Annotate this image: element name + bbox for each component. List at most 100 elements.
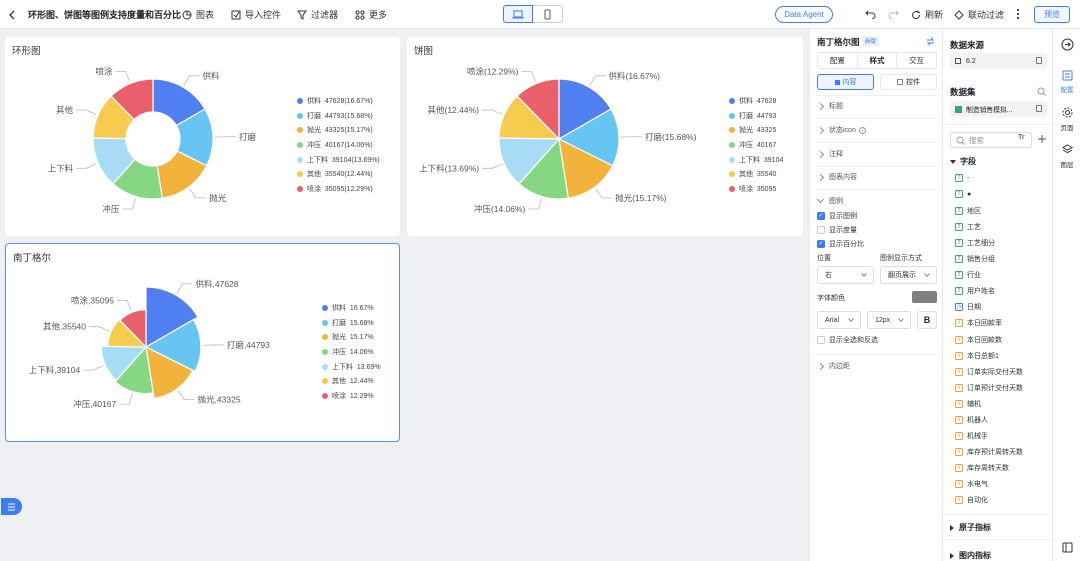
legend-item[interactable]: 冲压 40167(14.06%) <box>297 138 380 153</box>
expand-arrow-icon[interactable] <box>1061 38 1074 51</box>
legend-item[interactable]: 喷涂 35095 <box>729 182 783 197</box>
desktop-view-button[interactable] <box>503 5 533 23</box>
copy-icon[interactable] <box>1036 57 1042 64</box>
rail-page-label[interactable]: 页面 <box>1053 122 1080 132</box>
tab-style[interactable]: 样式 <box>856 53 898 68</box>
field-item[interactable]: # 本日回款率 <box>955 318 1002 328</box>
section-title[interactable]: 标题 <box>816 101 843 111</box>
section-chart-content[interactable]: 图表内容 <box>816 172 857 182</box>
dataset-select[interactable]: 制造销售模拟... <box>950 101 1047 117</box>
chart-legend[interactable]: 供料 47628(16.67%) 打磨 44793(15.68%) 抛光 43325… <box>297 94 380 196</box>
field-item[interactable]: T- <box>955 174 969 182</box>
add-icon[interactable] <box>1037 134 1047 144</box>
linkage-filter-button[interactable]: 联动过滤 <box>954 7 1004 22</box>
legend-item[interactable]: 抛光 15.17% <box>322 330 381 345</box>
legend-item[interactable]: 喷涂 12.29% <box>322 389 381 404</box>
tab-config[interactable]: 配置 <box>818 53 857 68</box>
legend-item[interactable]: 供料 16.67% <box>322 301 381 316</box>
donut-chart-card[interactable]: 环形图 供料 打磨 抛光 冲压 上下料 其他 喷涂 供料 47628(16.67%) 打磨 4… <box>5 37 400 236</box>
legend-mode-select[interactable]: 翻页展示 <box>880 266 937 284</box>
legend-item[interactable]: 冲压 40167 <box>729 138 783 153</box>
atomic-metrics-header[interactable]: 原子指标 <box>950 522 991 533</box>
subtab-content[interactable]: 内容 <box>817 74 874 90</box>
config-icon[interactable] <box>1062 70 1073 81</box>
field-item[interactable]: T 用户姓名 <box>955 286 995 296</box>
field-item[interactable]: # 库存周转天数 <box>955 463 1009 473</box>
font-size-select[interactable]: 12px <box>867 311 911 329</box>
show-measure-checkbox[interactable]: 显示度量 <box>817 225 857 235</box>
chart-legend[interactable]: 供料 47628 打磨 44793 抛光 43325 冲压 40167 上下料 3910… <box>729 94 783 196</box>
undo-icon[interactable] <box>865 9 876 19</box>
redo-icon[interactable] <box>888 9 899 19</box>
legend-item[interactable]: 喷涂 35095(12.29%) <box>297 182 380 197</box>
legend-item[interactable]: 供料 47628 <box>729 94 783 109</box>
import-control-button[interactable]: 导入控件 <box>231 7 281 22</box>
kebab-menu-icon[interactable] <box>1016 8 1020 20</box>
legend-item[interactable]: 上下料 39104 <box>729 152 783 167</box>
font-family-select[interactable]: Arial <box>817 311 861 329</box>
field-item[interactable]: T 行业 <box>955 270 981 280</box>
legend-item[interactable]: 抛光 43325 <box>729 123 783 138</box>
layers-icon[interactable] <box>1062 144 1073 155</box>
fields-group-header[interactable]: 字段 <box>950 156 976 167</box>
tab-interaction[interactable]: 交互 <box>897 53 936 68</box>
chart-button[interactable]: 图表 <box>182 7 214 22</box>
outline-toggle-button[interactable] <box>1 498 22 515</box>
mobile-view-button[interactable] <box>533 5 563 23</box>
field-item[interactable]: # 本日总额1 <box>955 351 999 361</box>
gear-icon[interactable] <box>1062 107 1073 118</box>
switch-chart-icon[interactable] <box>926 37 935 46</box>
panel-collapse-icon[interactable] <box>1062 542 1073 553</box>
rail-layer-label[interactable]: 图层 <box>1053 159 1080 169</box>
legend-item[interactable]: 抛光 43325(15.17%) <box>297 123 380 138</box>
legend-item[interactable]: 打磨 44793 <box>729 109 783 124</box>
legend-item[interactable]: 冲压 14.06% <box>322 345 381 360</box>
more-button[interactable]: 更多 <box>355 7 387 22</box>
field-item[interactable]: # 本日回款数 <box>955 335 1002 345</box>
field-item[interactable]: # 订单实际交付天数 <box>955 367 1023 377</box>
data-source-select[interactable]: 6.2 <box>950 53 1047 69</box>
legend-item[interactable]: 上下料 13.69% <box>322 359 381 374</box>
data-agent-button[interactable]: Data Agent <box>775 6 833 23</box>
field-item[interactable]: # 自动化 <box>955 495 988 505</box>
field-item[interactable]: ◷ 日期 <box>955 302 981 312</box>
back-button[interactable] <box>8 7 16 22</box>
field-item[interactable]: T ● <box>955 190 971 199</box>
font-color-swatch[interactable] <box>912 291 937 303</box>
copy-icon[interactable] <box>1036 105 1042 112</box>
field-item[interactable]: T 工艺 <box>955 222 981 232</box>
field-item[interactable]: # 机械手 <box>955 431 988 441</box>
field-item[interactable]: # 辅机 <box>955 399 981 409</box>
refresh-button[interactable]: 刷新 <box>911 7 943 22</box>
show-select-all-checkbox[interactable]: 显示全选和反选 <box>817 335 878 345</box>
pie-chart-card[interactable]: 饼图 供料(16.67%) 打磨(15.68%) 抛光(15.17%) 冲压(14.0… <box>407 37 803 236</box>
text-style-icon[interactable]: Tr <box>1018 134 1025 141</box>
section-padding[interactable]: 内边距 <box>816 361 850 371</box>
inner-metrics-header[interactable]: 图内指标 <box>950 550 991 561</box>
legend-item[interactable]: 其他 12.44% <box>322 374 381 389</box>
section-status-icon[interactable]: 状态icon i <box>816 125 866 135</box>
section-legend[interactable]: 图例 <box>816 195 843 206</box>
show-percent-checkbox[interactable]: ✓ 显示百分比 <box>817 239 864 249</box>
legend-item[interactable]: 打磨 44793(15.68%) <box>297 109 380 124</box>
legend-item[interactable]: 其他 35540(12.44%) <box>297 167 380 182</box>
field-item[interactable]: T 地区 <box>955 206 981 216</box>
field-item[interactable]: # 库存预计周转天数 <box>955 447 1023 457</box>
rail-config-label[interactable]: 配置 <box>1053 84 1080 94</box>
legend-item[interactable]: 供料 47628(16.67%) <box>297 94 380 109</box>
legend-item[interactable]: 上下料 39104(13.69%) <box>297 152 380 167</box>
filter-button[interactable]: 过滤器 <box>297 7 338 22</box>
bold-button[interactable]: B <box>917 311 937 329</box>
field-item[interactable]: # 订单预计交付天数 <box>955 383 1023 393</box>
subtab-control[interactable]: 控件 <box>880 74 937 90</box>
preview-button[interactable]: 预览 <box>1034 6 1070 23</box>
chart-legend[interactable]: 供料 16.67% 打磨 15.68% 抛光 15.17% 冲压 14.06% 上下料 … <box>322 301 381 403</box>
search-icon[interactable] <box>1037 87 1046 96</box>
field-item[interactable]: # 机器人 <box>955 415 988 425</box>
position-select[interactable]: 右 <box>817 266 874 284</box>
legend-item[interactable]: 其他 35540 <box>729 167 783 182</box>
nightingale-chart-card[interactable]: 南丁格尔 供料,47628 打磨,44793 抛光,43325 冲压,40167 上下料… <box>5 243 400 442</box>
section-annotation[interactable]: 注释 <box>816 149 843 159</box>
field-item[interactable]: T 工艺细分 <box>955 238 995 248</box>
legend-item[interactable]: 打磨 15.68% <box>322 316 381 331</box>
